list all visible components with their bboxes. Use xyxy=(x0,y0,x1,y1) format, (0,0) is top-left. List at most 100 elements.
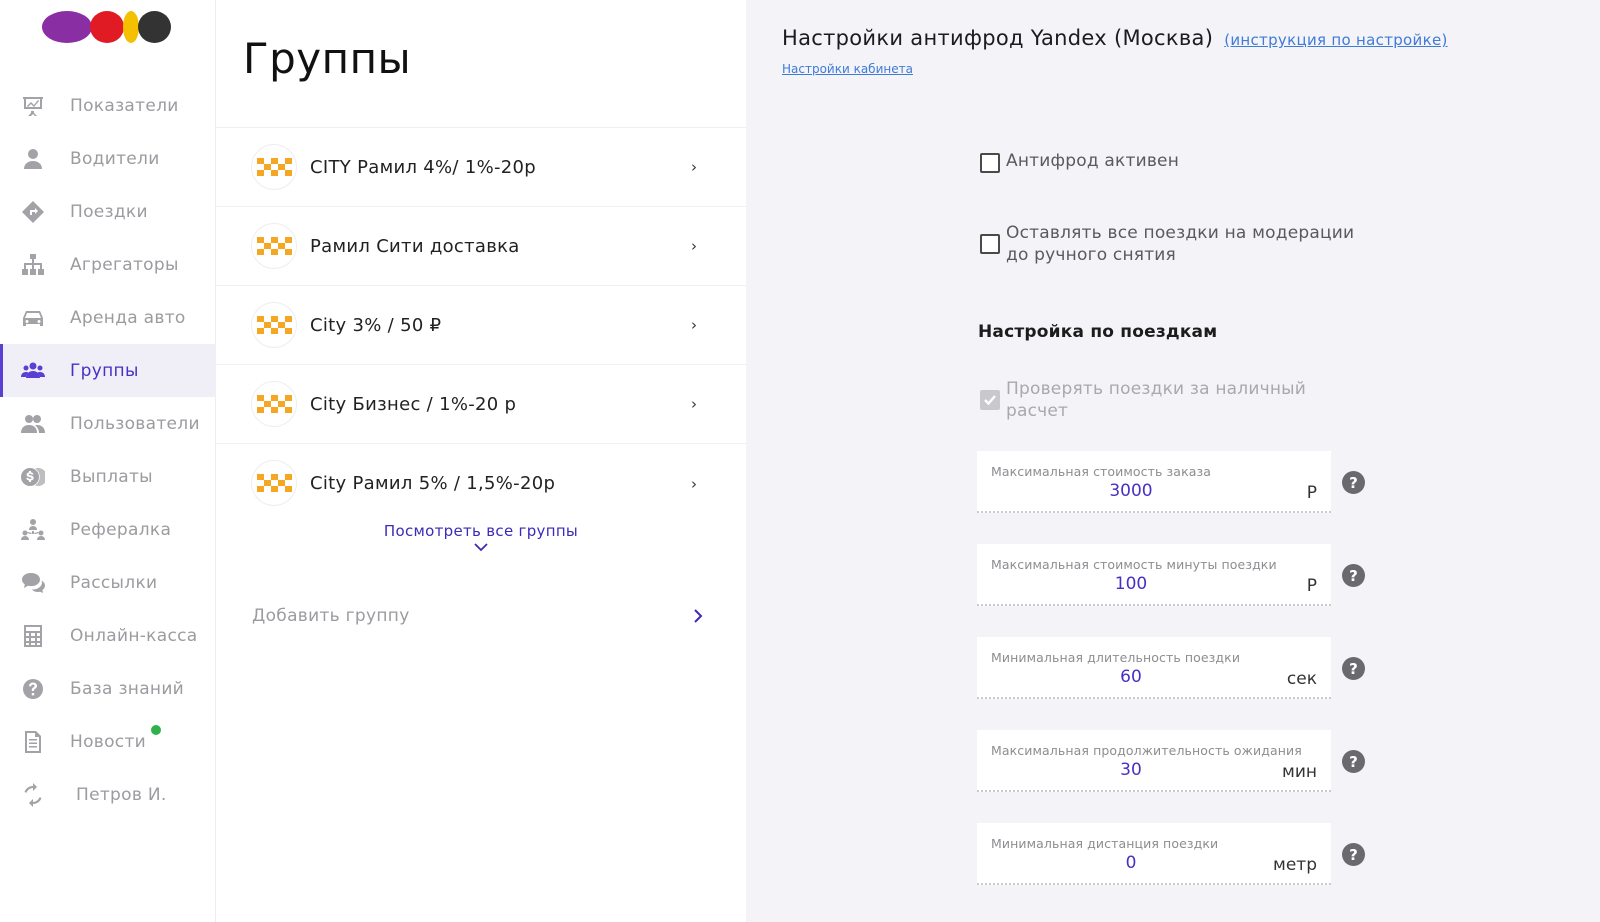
taxi-checker-icon xyxy=(251,223,297,269)
group-name: City 3% / 50 ₽ xyxy=(310,314,442,336)
group-name: Рамил Сити доставка xyxy=(310,235,520,257)
moderation-checkbox[interactable] xyxy=(980,234,1000,254)
calculator-icon xyxy=(20,623,46,649)
sidebar-item-payouts[interactable]: Выплаты xyxy=(0,450,216,503)
instruction-link[interactable]: (инструкция по настройке) xyxy=(1224,31,1447,49)
max-wait-duration-field: Максимальная продолжительность ожидания … xyxy=(977,730,1331,792)
chevron-right-icon: › xyxy=(691,474,697,493)
field-unit: метр xyxy=(1273,855,1317,875)
cash-check-label-line1: Проверять поездки за наличный xyxy=(1006,379,1307,399)
sidebar-item-label: Агрегаторы xyxy=(70,254,179,275)
max-minute-cost-input[interactable] xyxy=(991,574,1271,594)
antifraud-active-checkbox[interactable] xyxy=(980,153,1000,173)
moderation-row[interactable]: Оставлять все поездки на модерации до ру… xyxy=(980,222,1354,266)
refresh-icon xyxy=(20,782,46,808)
cash-check-label-line2: расчет xyxy=(1006,401,1069,421)
group-row[interactable]: CITY Рамил 4%/ 1%-20р › xyxy=(216,128,746,207)
help-icon[interactable]: ? xyxy=(1342,750,1365,773)
sidebar-item-users[interactable]: Пользователи xyxy=(0,397,216,450)
chevron-right-icon: › xyxy=(691,158,697,176)
chevron-right-icon: › xyxy=(691,237,697,255)
sidebar-item-profile[interactable]: Петров И. xyxy=(0,768,216,821)
field-unit: Р xyxy=(1306,576,1317,596)
group-row[interactable]: City Бизнес / 1%-20 р › xyxy=(216,365,746,444)
chevron-right-icon: › xyxy=(691,395,697,413)
max-minute-cost-field: Максимальная стоимость минуты поездки Р xyxy=(977,544,1331,606)
field-label: Минимальная длительность поездки xyxy=(991,650,1241,665)
sidebar-item-news[interactable]: Новости xyxy=(0,715,216,768)
help-icon[interactable]: ? xyxy=(1342,657,1365,680)
sidebar-item-label: Поездки xyxy=(70,201,148,222)
sidebar-item-label: Петров И. xyxy=(76,784,167,805)
max-order-cost-field: Максимальная стоимость заказа Р xyxy=(977,451,1331,513)
sidebar-item-groups[interactable]: Группы xyxy=(0,344,216,397)
sidebar-item-knowledge-base[interactable]: База знаний xyxy=(0,662,216,715)
min-trip-distance-input[interactable] xyxy=(991,853,1271,873)
sidebar-item-label: Аренда авто xyxy=(70,307,186,328)
users-icon xyxy=(20,411,46,437)
max-order-cost-input[interactable] xyxy=(991,481,1271,501)
sidebar-item-aggregators[interactable]: Агрегаторы xyxy=(0,238,216,291)
sidebar-item-trips[interactable]: Поездки xyxy=(0,185,216,238)
sidebar-item-label: Рефералка xyxy=(70,519,172,540)
sidebar-item-referral[interactable]: Рефералка xyxy=(0,503,216,556)
document-icon xyxy=(20,729,46,755)
min-trip-duration-input[interactable] xyxy=(991,667,1271,687)
cabinet-settings-link[interactable]: Настройки кабинета xyxy=(782,62,913,76)
coins-icon xyxy=(20,464,46,490)
cash-check-checkbox xyxy=(980,390,1000,410)
news-badge xyxy=(151,725,161,735)
sidebar-item-indicators[interactable]: Показатели xyxy=(0,79,216,132)
field-label: Максимальная стоимость минуты поездки xyxy=(991,557,1277,572)
chevron-down-icon xyxy=(474,543,488,552)
min-trip-duration-field: Минимальная длительность поездки сек xyxy=(977,637,1331,699)
max-wait-duration-input[interactable] xyxy=(991,760,1271,780)
car-icon xyxy=(20,305,46,331)
sidebar-item-label: Новости xyxy=(70,731,147,752)
hierarchy-icon xyxy=(20,252,46,278)
group-row[interactable]: City Рамил 5% / 1,5%-20р › xyxy=(216,444,746,523)
sidebar-item-label: Выплаты xyxy=(70,466,153,487)
add-group-button[interactable]: Добавить группу xyxy=(252,606,703,634)
field-unit: Р xyxy=(1306,483,1317,503)
settings-title-text: Настройки антифрод Yandex (Москва) xyxy=(782,26,1214,50)
brand-logo[interactable] xyxy=(42,10,172,44)
sidebar-item-label: База знаний xyxy=(70,678,185,699)
sidebar-item-car-rental[interactable]: Аренда авто xyxy=(0,291,216,344)
field-unit: сек xyxy=(1286,669,1317,689)
add-group-label: Добавить группу xyxy=(252,606,410,626)
person-icon xyxy=(20,146,46,172)
settings-title: Настройки антифрод Yandex (Москва) (инст… xyxy=(782,26,1448,50)
sidebar-item-label: Пользователи xyxy=(70,413,200,434)
sidebar-item-label: Группы xyxy=(70,360,139,381)
taxi-checker-icon xyxy=(251,302,297,348)
referral-icon xyxy=(20,517,46,543)
help-icon[interactable]: ? xyxy=(1342,471,1365,494)
taxi-checker-icon xyxy=(251,460,297,506)
group-name: City Бизнес / 1%-20 р xyxy=(310,393,517,415)
chevron-right-icon: › xyxy=(691,316,697,334)
group-row[interactable]: Рамил Сити доставка › xyxy=(216,207,746,286)
taxi-checker-icon xyxy=(251,144,297,190)
see-all-groups-link[interactable]: Посмотреть все группы xyxy=(216,521,746,552)
moderation-label-line2: до ручного снятия xyxy=(1006,245,1176,265)
min-trip-distance-field: Минимальная дистанция поездки метр xyxy=(977,823,1331,885)
help-icon[interactable]: ? xyxy=(1342,843,1365,866)
group-row[interactable]: City 3% / 50 ₽ › xyxy=(216,286,746,365)
cash-check-label: Проверять поездки за наличный расчет xyxy=(1006,378,1306,422)
antifraud-active-row[interactable]: Антифрод активен xyxy=(980,150,1179,173)
sidebar-item-online-cashbox[interactable]: Онлайн-касса xyxy=(0,609,216,662)
sidebar-nav: Показатели Водители Поездки Агрегаторы А… xyxy=(0,79,216,821)
chat-bubbles-icon xyxy=(20,570,46,596)
see-all-label: Посмотреть все группы xyxy=(383,522,579,540)
field-label: Максимальная стоимость заказа xyxy=(991,464,1211,479)
sidebar-item-label: Онлайн-касса xyxy=(70,625,198,646)
chevron-right-icon xyxy=(694,609,703,623)
group-name: City Рамил 5% / 1,5%-20р xyxy=(310,473,556,494)
moderation-label-line1: Оставлять все поездки на модерации xyxy=(1006,223,1355,243)
sidebar-item-drivers[interactable]: Водители xyxy=(0,132,216,185)
sidebar: Показатели Водители Поездки Агрегаторы А… xyxy=(0,0,216,922)
sidebar-item-mailings[interactable]: Рассылки xyxy=(0,556,216,609)
question-circle-icon xyxy=(20,676,46,702)
help-icon[interactable]: ? xyxy=(1342,564,1365,587)
